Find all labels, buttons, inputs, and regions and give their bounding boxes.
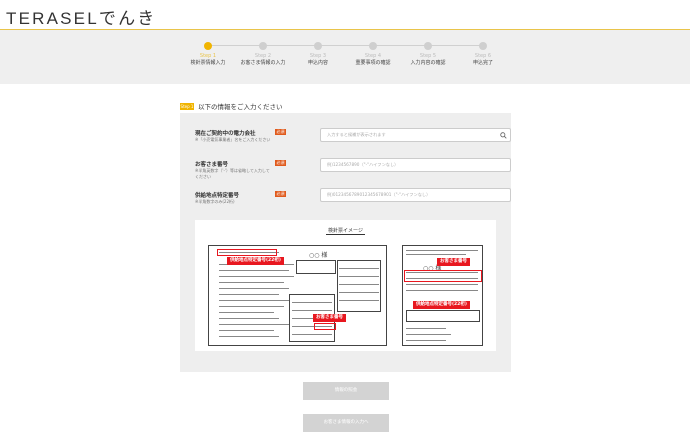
site-logo[interactable]: TERASELでんき — [6, 4, 156, 29]
customer-number-required-badge: 必須 — [275, 160, 286, 166]
customer-number-note-line1: ※半角英数字（'-'）等は省略して入力して — [195, 168, 270, 173]
customer-number-label: お客さま番号 — [195, 162, 229, 168]
bill-left-customer-tag: お客さま番号 — [313, 314, 346, 322]
bill-sample-title: 検針票イメージ — [326, 228, 365, 235]
supply-point-label: 供給地点特定番号 — [195, 193, 240, 199]
customer-number-note: ※半角英数字（'-'）等は省略して入力して ください — [195, 168, 270, 179]
step-6-dot — [479, 42, 487, 50]
step-6: Step 6 申込完了 — [448, 42, 518, 66]
bill-right-customer-tag: お客さま番号 — [437, 258, 470, 266]
progress-steps: Step 1 検針票情報入力 Step 2 お客さま情報の入力 Step 3 申… — [0, 30, 690, 84]
bill-sample-left: ○○ 様 供給地点特定番号(22桁) お客さま番号 — [208, 245, 387, 346]
bill-sample-image: 検針票イメージ ○○ 様 供給地点特定番号(22桁) お客さま番号 ○○ 様 お… — [195, 220, 496, 351]
supply-point-note: ※半角数字のみ(22桁) — [195, 199, 235, 204]
supply-point-placeholder: 例)0123456789012345678901（"-"ハイフンなし） — [327, 192, 431, 197]
customer-number-placeholder: 例)1234567890（"-"ハイフンなし） — [327, 162, 399, 167]
inquire-info-button[interactable]: 情報の照会 — [303, 382, 389, 400]
company-required-badge: 必須 — [275, 129, 286, 135]
step-3-dot — [314, 42, 322, 50]
bill-left-supply-highlight — [217, 249, 277, 256]
customer-number-note-line2: ください — [195, 173, 211, 179]
step-5-dot — [424, 42, 432, 50]
company-note: ※「小売電気事業者」名をご入力ください — [195, 137, 271, 142]
form-panel: 現在ご契約中の電力会社 ※「小売電気事業者」名をご入力ください 必須 入力すると… — [180, 113, 511, 372]
customer-number-input[interactable]: 例)1234567890（"-"ハイフンなし） — [320, 158, 511, 172]
supply-point-input[interactable]: 例)0123456789012345678901（"-"ハイフンなし） — [320, 188, 511, 202]
bill-left-customer-highlight — [314, 323, 336, 330]
step-1-dot — [204, 42, 212, 50]
step-2-dot — [259, 42, 267, 50]
section-step-badge: Step 1 — [180, 102, 194, 110]
next-customer-info-button[interactable]: お客さま情報の入力へ — [303, 414, 389, 432]
bill-sample-right: ○○ 様 お客さま番号 供給地点特定番号(22桁) — [402, 245, 483, 346]
step-6-label: 申込完了 — [472, 60, 493, 66]
bill-right-highlight — [404, 270, 482, 282]
step-6-number: Step 6 — [474, 53, 492, 59]
step-4-dot — [369, 42, 377, 50]
supply-point-required-badge: 必須 — [275, 191, 286, 197]
section-header: Step 1 以下の情報をご入力ください — [180, 101, 283, 111]
site-header: TERASELでんき — [0, 0, 690, 30]
section-title: 以下の情報をご入力ください — [198, 103, 283, 111]
bill-left-supply-tag: 供給地点特定番号(22桁) — [227, 257, 284, 265]
search-icon[interactable] — [500, 132, 507, 139]
company-input[interactable]: 入力すると候補が表示されます — [320, 128, 511, 142]
bill-right-supply-tag: 供給地点特定番号(22桁) — [413, 301, 470, 309]
company-input-placeholder: 入力すると候補が表示されます — [327, 132, 386, 137]
company-label: 現在ご契約中の電力会社 — [195, 131, 256, 137]
